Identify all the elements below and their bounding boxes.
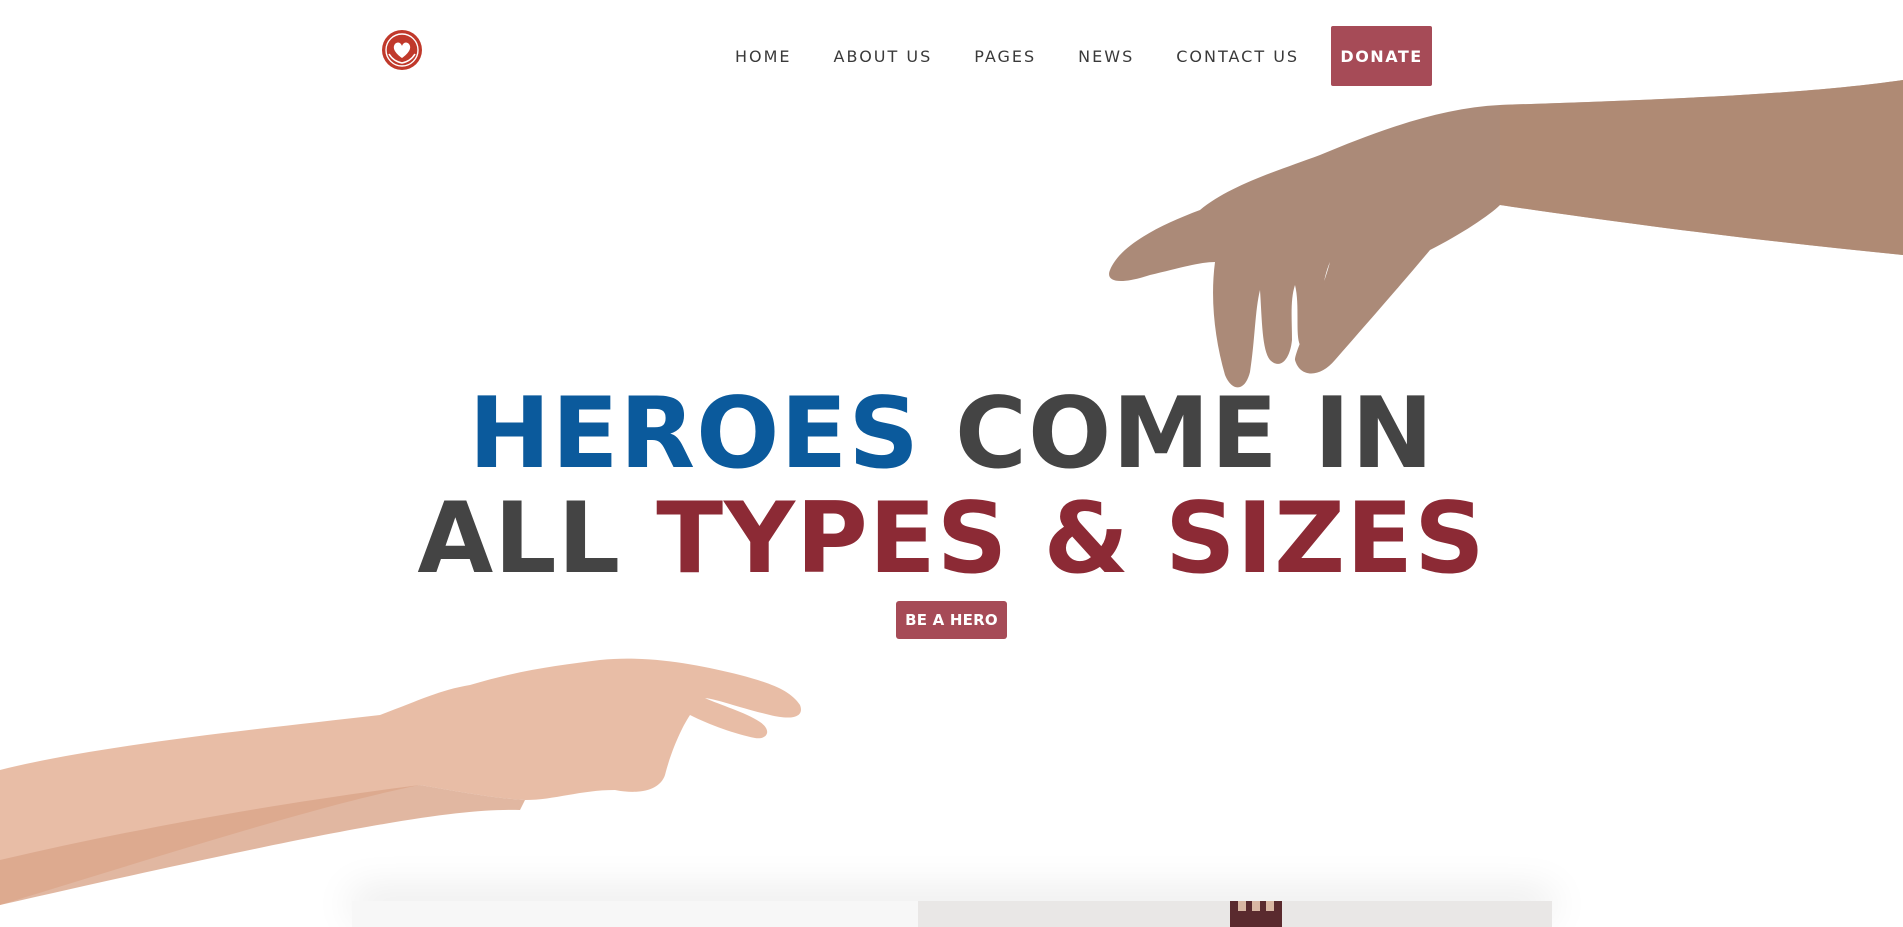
site-header: HOME ABOUT US PAGES NEWS CONTACT US DONA… [0, 0, 1903, 110]
nav-item-news[interactable]: NEWS [1078, 47, 1134, 66]
nav-item-pages[interactable]: PAGES [974, 47, 1036, 66]
headline-word-come-in: COME IN [955, 377, 1435, 491]
featured-card-strip [352, 901, 1552, 927]
headline-word-heroes: HEROES [468, 377, 920, 491]
headline-word-all: ALL [417, 482, 622, 596]
logo-icon[interactable] [380, 28, 424, 72]
featured-card-image-panel [918, 901, 1552, 927]
nav-item-about-us[interactable]: ABOUT US [834, 47, 933, 66]
main-nav: HOME ABOUT US PAGES NEWS CONTACT US DONA… [735, 26, 1433, 86]
hero-headline-line-2: ALL TYPES & SIZES [0, 487, 1903, 591]
donate-button[interactable]: DONATE [1331, 26, 1433, 86]
hero-headline-line-1: HEROES COME IN [0, 382, 1903, 486]
be-a-hero-button[interactable]: BE A HERO [896, 601, 1007, 639]
featured-card-text-panel [352, 901, 918, 927]
nav-item-contact-us[interactable]: CONTACT US [1176, 47, 1299, 66]
nav-item-home[interactable]: HOME [735, 47, 792, 66]
card-image-preview [1230, 901, 1282, 927]
headline-word-types-sizes: TYPES & SIZES [656, 482, 1486, 596]
